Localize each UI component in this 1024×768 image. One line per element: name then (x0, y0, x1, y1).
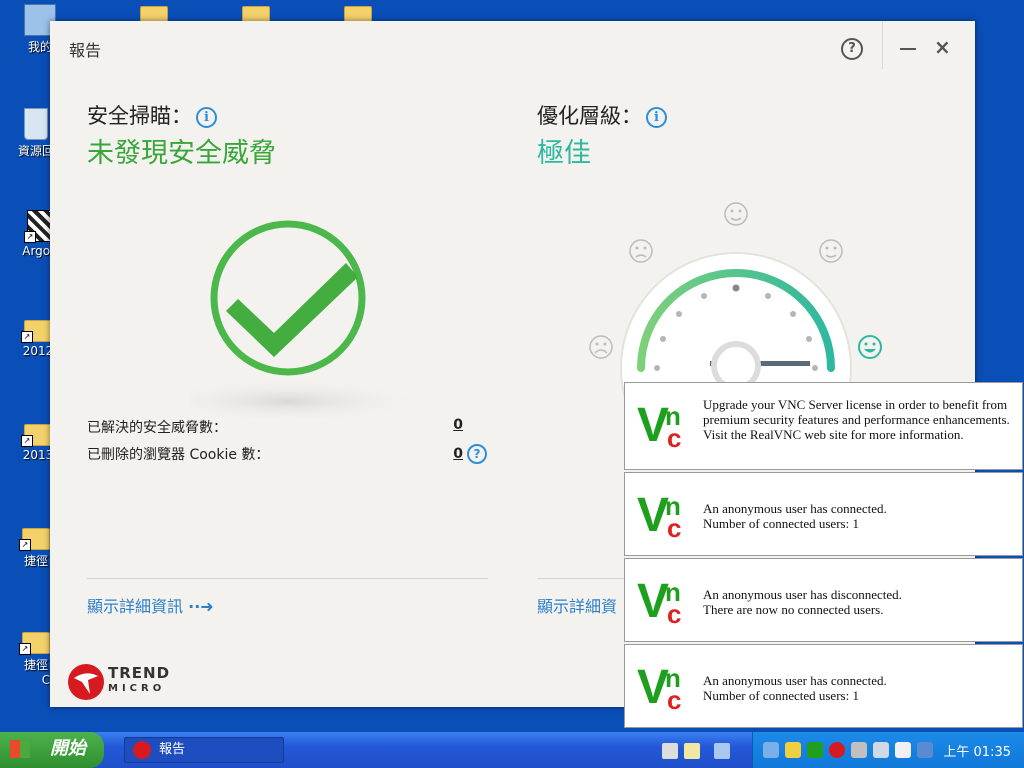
help-icon[interactable] (684, 743, 700, 759)
opt-status: 極佳 (537, 138, 591, 169)
svg-text:c: c (667, 599, 681, 625)
divider (87, 578, 488, 579)
info-icon[interactable]: i (196, 107, 217, 128)
show-details-label: 顯示詳細資訊 (87, 597, 184, 616)
brand-name: TREND (108, 664, 171, 682)
brand-wordmark: TREND MICRO (108, 666, 170, 696)
show-details-link[interactable]: 顯示詳細資訊 ··➜ (87, 593, 214, 617)
system-tray: 上午 01:35 (752, 732, 1024, 768)
notification-text: An anonymous user has connected. Number … (703, 673, 887, 703)
help-circle-icon[interactable]: ? (467, 444, 487, 464)
optimization-gauge (589, 202, 882, 396)
opt-label-row: 優化層級： i (537, 100, 667, 130)
vnc-logo-icon: Vnc (637, 575, 681, 625)
vnc-notification[interactable]: Vnc An anonymous user has connected. Num… (624, 472, 1023, 556)
firewall-icon[interactable] (895, 742, 911, 758)
settings-icon[interactable] (714, 743, 730, 759)
folder-icon: ↗ (19, 632, 50, 655)
windows-logo-icon (10, 740, 30, 758)
trend-micro-icon (133, 741, 151, 759)
folder-icon: ↗ (21, 320, 52, 343)
shortcut-arrow-icon: ↗ (19, 643, 31, 655)
vnc-tray-icon[interactable] (807, 742, 823, 758)
stat-value[interactable]: 0 (453, 417, 463, 433)
stat-label: 已解決的安全威脅數： (87, 420, 227, 436)
svg-text:c: c (667, 423, 681, 449)
warning-icon[interactable] (785, 742, 801, 758)
divider (537, 578, 637, 579)
stat-row-cookies: 已刪除的瀏覽器 Cookie 數： 0? (87, 444, 487, 464)
notification-text: An anonymous user has connected. Number … (703, 501, 887, 531)
stat-value-number[interactable]: 0 (453, 446, 463, 462)
taskbar-item-label: 報告 (159, 742, 186, 757)
svg-text:c: c (667, 685, 681, 711)
taskbar: 開始 報告 上午 01:35 (0, 732, 1024, 768)
stat-value: 0? (453, 444, 487, 464)
shortcut-arrow-icon: ↗ (21, 331, 33, 343)
folder-icon: ↗ (21, 424, 52, 447)
taskbar-item-report[interactable]: 報告 (124, 737, 284, 763)
update-icon[interactable] (917, 742, 933, 758)
scan-label: 安全掃瞄： (87, 104, 192, 128)
vnc-logo-icon: Vnc (637, 489, 681, 539)
vnc-logo-icon: Vnc (637, 399, 681, 449)
help-button[interactable]: ? (841, 38, 863, 60)
info-icon[interactable]: i (646, 107, 667, 128)
notification-text: An anonymous user has disconnected. Ther… (703, 587, 902, 617)
stat-row-threats: 已解決的安全威脅數： 0 (87, 417, 463, 437)
shield-icon[interactable] (851, 742, 867, 758)
shortcut-arrow-icon: ↗ (21, 435, 33, 447)
clock[interactable]: 上午 01:35 (943, 741, 1011, 760)
shortcut-arrow-icon: ↗ (19, 539, 31, 551)
scan-label-row: 安全掃瞄： i (87, 100, 217, 130)
network-icon[interactable] (763, 742, 779, 758)
scan-status: 未發現安全威脅 (87, 138, 276, 169)
opt-label: 優化層級： (537, 104, 642, 128)
vnc-notification[interactable]: Vnc An anonymous user has connected. Num… (624, 644, 1023, 728)
minimize-button[interactable] (900, 48, 916, 50)
start-button[interactable]: 開始 (0, 732, 104, 768)
window-title: 報告 (69, 41, 102, 60)
vnc-notification[interactable]: Vnc Upgrade your VNC Server license in o… (624, 382, 1023, 470)
keyboard-icon[interactable] (662, 743, 678, 759)
show-details-link-right[interactable]: 顯示詳細資 (537, 593, 617, 617)
check-mark-icon (190, 220, 428, 423)
recycle-bin-icon (24, 108, 48, 140)
vnc-logo-icon: Vnc (637, 661, 681, 711)
brand-subname: MICRO (108, 683, 166, 694)
notification-text: Upgrade your VNC Server license in order… (703, 397, 1010, 442)
start-label: 開始 (50, 738, 86, 759)
close-button[interactable]: × (934, 35, 951, 59)
stat-label: 已刪除的瀏覽器 Cookie 數： (87, 447, 270, 463)
shortcut-arrow-icon: ↗ (24, 231, 36, 243)
trend-micro-tray-icon[interactable] (829, 742, 845, 758)
antivirus-icon[interactable] (873, 742, 889, 758)
svg-text:c: c (667, 513, 681, 539)
arrow-right-icon: ··➜ (188, 597, 214, 616)
trend-micro-logo-icon (68, 664, 104, 700)
folder-icon: ↗ (19, 528, 50, 551)
title-separator (882, 21, 883, 69)
vnc-notification[interactable]: Vnc An anonymous user has disconnected. … (624, 558, 1023, 642)
